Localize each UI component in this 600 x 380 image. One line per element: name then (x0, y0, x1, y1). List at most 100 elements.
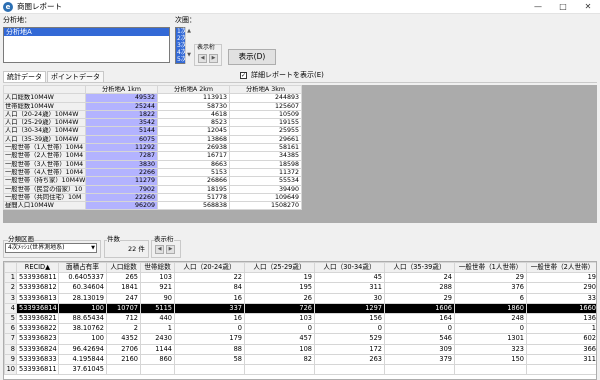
stats-header[interactable]: 分析地A 3km (229, 84, 302, 95)
stats-cell[interactable]: 29661 (229, 134, 302, 145)
table-cell[interactable]: 533936812 (16, 282, 59, 294)
stats-cell[interactable]: 25955 (229, 126, 302, 136)
tab-points[interactable]: ポイントデータ (47, 71, 104, 82)
table-cell[interactable] (314, 364, 385, 376)
stats-row-label[interactable]: 世帯総数10M4W (3, 101, 86, 111)
table-cell[interactable]: 82 (244, 353, 315, 366)
stats-row[interactable]: 人口総数10M4W 49532 113913 244893 (3, 93, 302, 103)
table-cell[interactable]: 0 (454, 323, 527, 335)
stats-cell[interactable]: 109649 (229, 192, 302, 203)
points-header[interactable]: 一般世帯（1人世帯） (454, 262, 527, 274)
stats-row-label[interactable]: 人口（30-34歳）10M4W (3, 126, 86, 136)
points-header[interactable]: 人口（35-39歳） (384, 262, 455, 274)
table-cell[interactable]: 100 (58, 302, 107, 315)
table-cell[interactable]: 38.10762 (58, 323, 107, 335)
stats-row-label[interactable]: 人口（35-39歳）10M4W (3, 134, 86, 145)
table-cell[interactable]: 337 (174, 302, 245, 315)
table-cell[interactable]: 103 (140, 272, 175, 284)
stats-cell[interactable]: 7902 (85, 184, 158, 194)
stats-header[interactable]: 分析地A 1km (85, 84, 158, 95)
stats-cell[interactable]: 39490 (229, 184, 302, 194)
table-cell[interactable]: 84 (174, 282, 245, 294)
table-cell[interactable]: 10707 (106, 302, 141, 315)
table-cell[interactable]: 546 (384, 333, 455, 345)
display-button[interactable]: 表示(D) (228, 49, 276, 65)
table-cell[interactable]: 288 (384, 282, 455, 294)
stats-cell[interactable]: 11292 (85, 143, 158, 153)
points-header[interactable]: RECID▲ (16, 262, 59, 274)
table-cell[interactable]: 265 (106, 272, 141, 284)
table-cell[interactable]: 29 (454, 272, 527, 284)
stats-row[interactable]: 一般世帯（1人世帯）10M4 11292 26938 58161 (3, 143, 302, 153)
table-row[interactable]: 8 533936824 96.42694 2706 1144 88 108 172 309 323… (4, 343, 596, 355)
table-cell[interactable]: 2706 (106, 343, 141, 355)
stats-cell[interactable]: 12045 (157, 126, 230, 136)
table-cell[interactable]: 376 (454, 282, 527, 294)
table-cell[interactable]: 2160 (106, 353, 141, 366)
stats-row[interactable]: 一般世帯（共同住宅）10M 22260 51778 109649 (3, 192, 302, 203)
unit-select[interactable]: 4次ﾒｯｼｭ(世界測地系) ▼ (5, 243, 97, 253)
table-cell[interactable]: 263 (314, 353, 385, 366)
stats-row[interactable]: 世帯総数10M4W 25244 58730 125607 (3, 101, 302, 111)
area-item[interactable]: 分析地A (4, 28, 169, 36)
digits-up-icon[interactable]: ▶ (209, 54, 218, 63)
table-cell[interactable]: 712 (106, 313, 141, 325)
table-cell[interactable]: 100 (58, 333, 107, 345)
stats-cell[interactable]: 16717 (157, 151, 230, 161)
stats-row-label[interactable]: 一般世帯（3人世帯）10M4 (3, 159, 86, 169)
row-number[interactable]: 9 (4, 353, 17, 366)
stats-row[interactable]: 一般世帯（民営の借家）10 7902 18195 39490 (3, 184, 302, 194)
table-cell[interactable]: 440 (140, 313, 175, 325)
table-cell[interactable]: 16 (174, 313, 245, 325)
table-cell[interactable]: 1301 (454, 333, 527, 345)
table-row[interactable]: 5 533936821 88.65434 712 440 16 103 156 164 248 13… (4, 313, 596, 325)
table-cell[interactable]: 533936824 (16, 343, 59, 355)
table-cell[interactable]: 533936821 (16, 313, 59, 325)
table-cell[interactable]: 1841 (106, 282, 141, 294)
points-header[interactable]: 人口（20-24歳） (174, 262, 245, 274)
row-number[interactable]: 10 (4, 364, 17, 376)
stats-row-label[interactable]: 人口（25-29歳）10M4W (3, 118, 86, 128)
table-cell[interactable] (384, 364, 455, 376)
stats-cell[interactable]: 49532 (85, 93, 158, 103)
digits-down-icon[interactable]: ◀ (198, 54, 207, 63)
table-cell[interactable]: 533936811 (16, 364, 59, 376)
table-cell[interactable]: 1 (140, 323, 175, 335)
table-cell[interactable]: 0 (314, 323, 385, 335)
stats-cell[interactable]: 18195 (157, 184, 230, 194)
stats-row[interactable]: 人口（30-34歳）10M4W 5144 12045 25955 (3, 126, 302, 136)
stats-grid[interactable]: 分析地A 1km 分析地A 2km 分析地A 3km 人口総数10M4W 4953… (3, 84, 597, 223)
table-cell[interactable]: 1860 (454, 302, 527, 315)
stats-cell[interactable]: 55534 (229, 176, 302, 186)
row-number[interactable]: 4 (4, 302, 17, 315)
table-cell[interactable]: 37.61045 (58, 364, 107, 376)
table-cell[interactable]: 2 (106, 323, 141, 335)
table-cell[interactable]: 309 (384, 343, 455, 355)
stats-cell[interactable]: 26938 (157, 143, 230, 153)
stats-cell[interactable]: 11372 (229, 167, 302, 178)
stats-row[interactable]: 一般世帯（3人世帯）10M4 3830 8663 18598 (3, 159, 302, 169)
stats-row-label[interactable]: 一般世帯（1人世帯）10M4 (3, 143, 86, 153)
table-cell[interactable]: 156 (314, 313, 385, 325)
order-scrollbar[interactable]: ▲ ▼ (185, 27, 192, 64)
table-cell[interactable]: 58 (174, 353, 245, 366)
stats-cell[interactable]: 4618 (157, 109, 230, 120)
table-cell[interactable]: 533936813 (16, 292, 59, 304)
table-cell[interactable]: 5115 (140, 302, 175, 315)
stats-cell[interactable]: 7287 (85, 151, 158, 161)
stats-row-label[interactable]: 一般世帯（共同住宅）10M (3, 192, 86, 203)
stats-row-label[interactable]: 一般世帯（持ち家）10M4W (3, 176, 86, 186)
table-cell[interactable]: 0 (174, 323, 245, 335)
table-row[interactable]: 6 533936822 38.10762 2 1 0 0 0 0 0 1 (4, 323, 596, 335)
stats-header[interactable]: 分析地A 2km (157, 84, 230, 95)
table-cell[interactable] (106, 364, 141, 376)
digits-down-icon-2[interactable]: ◀ (155, 245, 164, 254)
stats-cell[interactable]: 18598 (229, 159, 302, 169)
stats-cell[interactable]: 5153 (157, 167, 230, 178)
area-list[interactable]: 分析地A (3, 27, 170, 63)
table-cell[interactable]: 1606 (384, 302, 455, 315)
stats-cell[interactable]: 8523 (157, 118, 230, 128)
row-number[interactable]: 6 (4, 323, 17, 335)
points-header[interactable]: 面積占有率 (58, 262, 107, 274)
points-header[interactable]: 人口（25-29歳） (244, 262, 315, 274)
